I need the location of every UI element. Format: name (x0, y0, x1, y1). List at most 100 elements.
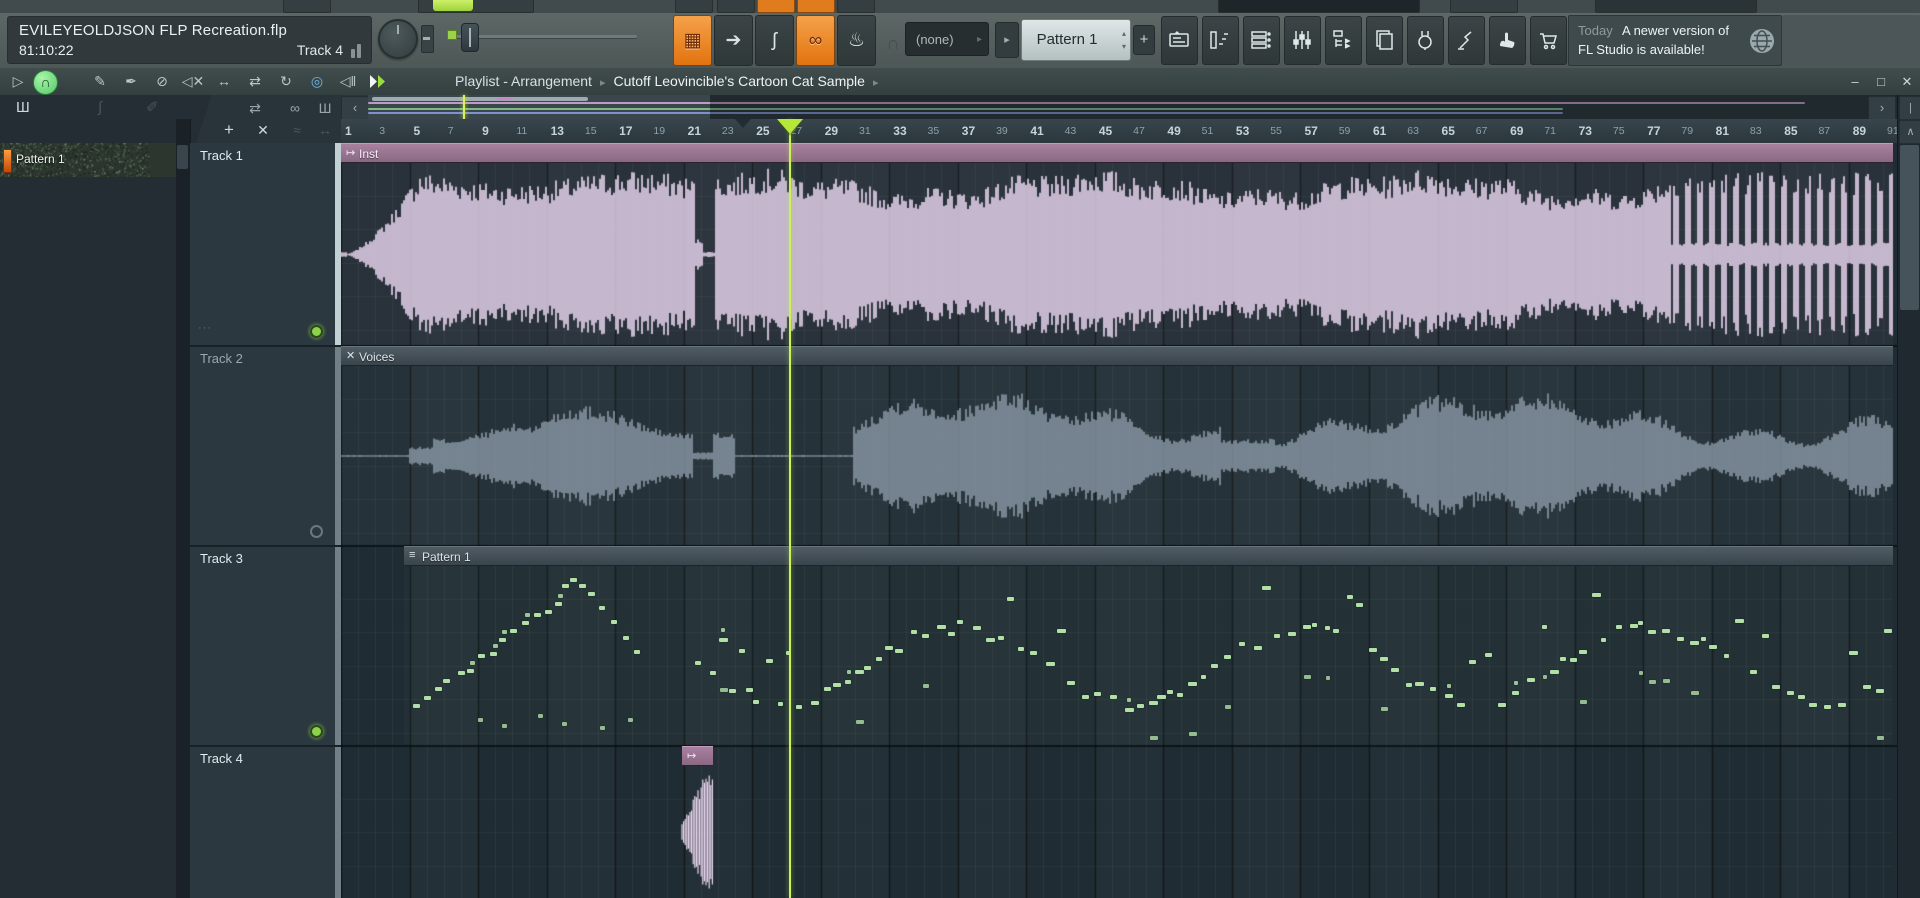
piano-roll-button[interactable] (1202, 16, 1239, 65)
maximize-button[interactable]: □ (1868, 68, 1894, 95)
scroll-right-button[interactable]: › (1868, 96, 1896, 120)
mute-tool-icon[interactable]: ◁✕ (181, 68, 205, 95)
scroll-end-button[interactable]: | (1899, 96, 1920, 120)
link-controllers-button[interactable]: ∞ (796, 15, 835, 66)
track-header-2[interactable]: Track 2 (190, 346, 341, 546)
cut-button[interactable] (675, 0, 713, 13)
play-button[interactable]: ▷ (8, 68, 28, 95)
clip-header-track4[interactable]: ↦ (682, 746, 713, 766)
add-track-button[interactable]: + (216, 119, 242, 141)
slip-tool-icon[interactable]: ⇄ (243, 68, 267, 95)
track-header-1[interactable]: Track 1 ··· (190, 143, 341, 346)
minimize-button[interactable]: – (1842, 68, 1868, 95)
ruler-bar-number: 47 (1133, 125, 1145, 137)
vertical-scrollbar[interactable]: | ∧ (1897, 95, 1920, 898)
clip-header-track1[interactable]: ↦ Inst (341, 143, 1893, 163)
delete-button[interactable]: ✕ (250, 119, 276, 141)
main-pitch-fader[interactable] (421, 25, 434, 53)
snap-selector[interactable]: (none) ▸ (905, 22, 989, 56)
cut-button[interactable] (837, 0, 875, 13)
snap-magnet-icon[interactable]: ∩ (884, 30, 902, 53)
midi-note (753, 700, 760, 705)
scroll-left-button[interactable]: ‹ (341, 96, 369, 120)
timeline-ruler[interactable]: 1 3 5 7 9 11 13 15 17 19 21 23 25 27 29 31 33 35 37 39 41 43 4… (341, 119, 1899, 144)
cut-button[interactable] (797, 0, 835, 13)
record-armed-dot[interactable] (310, 725, 323, 738)
touch-button[interactable] (1489, 16, 1526, 65)
overview-thumb[interactable] (372, 97, 588, 101)
slide-tool-icon[interactable]: ↔ (212, 68, 236, 95)
main-volume-knob[interactable] (378, 19, 418, 59)
close-button[interactable]: ✕ (1894, 68, 1920, 95)
track-header-4[interactable]: Track 4 (190, 746, 341, 898)
midi-note (719, 637, 728, 642)
typing-to-piano-button[interactable]: ♨ (837, 15, 876, 66)
song-mode-led[interactable] (433, 0, 473, 11)
piano-roll-icon[interactable]: Ш (312, 97, 338, 119)
playlist-window-button[interactable] (1161, 16, 1198, 65)
global-snap-button[interactable]: ∩ (33, 70, 58, 95)
midi-note (489, 651, 497, 656)
stretch-icon[interactable]: ↔ (312, 119, 338, 141)
clip-header-track2[interactable]: ✕ Voices (341, 346, 1893, 366)
remote-control-button[interactable] (1448, 16, 1485, 65)
pencil-icon[interactable]: ✐ (146, 97, 159, 119)
midi-note (1884, 628, 1893, 633)
midi-note (466, 668, 474, 673)
update-notification[interactable]: Today A newer version of FL Studio is av… (1568, 15, 1782, 66)
link-icon[interactable]: ∞ (282, 97, 308, 119)
midi-note (1512, 691, 1519, 696)
add-pattern-button[interactable]: + (1133, 25, 1155, 55)
midi-note (510, 629, 518, 634)
breadcrumb-item[interactable]: Cutoff Leovincible's Cartoon Cat Sample (613, 73, 864, 89)
shop-button[interactable] (1530, 16, 1567, 65)
browser-button[interactable] (1325, 16, 1362, 65)
zoom-tool-icon[interactable]: ◎ (305, 68, 329, 95)
cut-button[interactable] (283, 0, 331, 13)
project-picker-button[interactable] (1366, 16, 1403, 65)
loop-tool-icon[interactable]: ↻ (274, 68, 298, 95)
follow-playback-button[interactable]: ➔ (714, 15, 753, 66)
record-armed-dot[interactable] (310, 325, 323, 338)
playback-preview-icon[interactable]: ◁‖ (336, 68, 360, 95)
pattern-play-button[interactable]: ▸ (995, 22, 1019, 58)
plugin-button[interactable] (1407, 16, 1444, 65)
ruler-bar-number: 43 (1064, 125, 1077, 137)
pattern-selector[interactable]: Pattern 1 ▴ ▾ (1021, 19, 1131, 61)
track-name[interactable]: Track 3 (200, 551, 243, 566)
cut-button[interactable] (717, 0, 755, 13)
track-header-3[interactable]: Track 3 (190, 546, 341, 746)
track-name[interactable]: Track 1 (200, 148, 243, 163)
draw-tool-icon[interactable]: ✎ (88, 68, 112, 95)
slide-icon[interactable]: ≈ (284, 119, 310, 141)
detect-tempo-icon[interactable]: ⇄ (242, 97, 268, 119)
breadcrumb-view[interactable]: Playlist - Arrangement (455, 73, 592, 89)
automation-icon[interactable]: ∫ (98, 97, 102, 119)
scroll-up-button[interactable]: ∧ (1899, 120, 1920, 144)
channel-rack-button[interactable] (1243, 16, 1280, 65)
mixer-button[interactable] (1284, 16, 1321, 65)
delete-tool-icon[interactable]: ⊘ (150, 68, 174, 95)
track-status-dot[interactable] (310, 525, 323, 538)
pattern-item-label: Pattern 1 (16, 152, 65, 166)
track-name[interactable]: Track 4 (200, 751, 243, 766)
picker-panel-icon[interactable]: Ш (16, 97, 30, 119)
pattern-list-item[interactable]: Pattern 1 (0, 143, 176, 177)
cut-button[interactable] (757, 0, 795, 13)
glide-button[interactable]: ʃ (755, 15, 794, 66)
midi-note (720, 687, 728, 692)
track-options-dots[interactable]: ··· (198, 322, 212, 334)
paint-tool-icon[interactable]: ✒ (119, 68, 143, 95)
playhead-marker[interactable] (777, 119, 803, 134)
clip-header-track3[interactable]: ≡ Pattern 1 (404, 546, 1893, 566)
picker-scrollbar[interactable] (176, 119, 190, 898)
spinner-arrows[interactable]: ▴ ▾ (1122, 27, 1126, 53)
scroll-thumb[interactable] (1900, 145, 1919, 310)
track-name[interactable]: Track 2 (200, 351, 243, 366)
midi-note (562, 722, 567, 726)
cut-button[interactable] (1450, 0, 1518, 13)
picker-scroll-thumb[interactable] (177, 145, 188, 169)
playlist-overview-bar[interactable]: ‹ › (341, 95, 1897, 120)
tempo-slider-handle[interactable] (461, 23, 479, 52)
pattern-song-switch-button[interactable]: ▦ (673, 15, 712, 66)
